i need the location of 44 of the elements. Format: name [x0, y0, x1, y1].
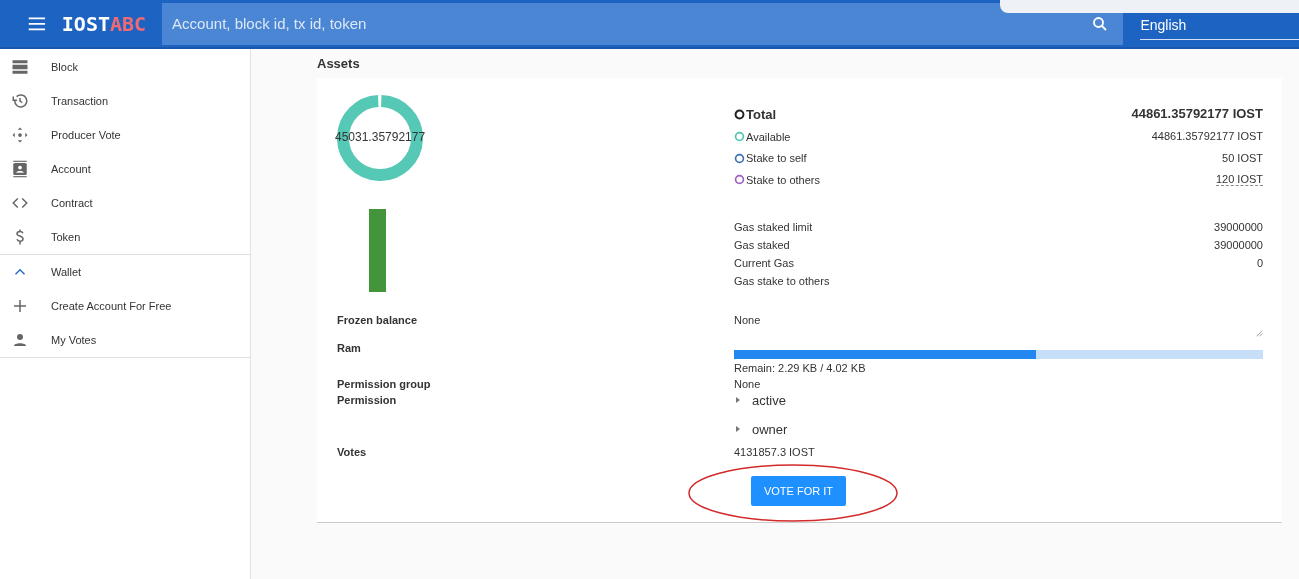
- balance-label: Stake to self: [746, 152, 807, 165]
- gas-label: Gas staked limit: [734, 219, 813, 235]
- balance-value: 120 IOST: [1215, 173, 1263, 187]
- field-label: Ram: [337, 341, 362, 356]
- gas-value: 0: [1256, 255, 1263, 271]
- field-value: None: [734, 313, 762, 326]
- logo[interactable]: IOSTABC: [61, 11, 147, 36]
- plus-icon: [11, 297, 29, 315]
- contact-card-icon: [11, 160, 29, 178]
- balance-value: 44861.35792177 IOST: [1131, 106, 1263, 122]
- move-icon: [11, 126, 29, 144]
- sidebar-item[interactable]: Create Account For Free: [0, 289, 250, 323]
- field-value: None: [734, 377, 762, 390]
- progress-reading: Remain: 2.29 KB / 4.02 KB: [734, 361, 867, 374]
- balance-value: 44861.35792177 IOST: [1151, 130, 1263, 144]
- sidebar-item[interactable]: Contract: [0, 186, 250, 220]
- sidebar-item[interactable]: Token: [0, 220, 250, 254]
- history-icon: [11, 92, 29, 110]
- sidebar-item[interactable]: My Votes: [0, 323, 250, 357]
- gas-value: 39000000: [1214, 237, 1263, 253]
- balance-value: 50 IOST: [1222, 151, 1263, 165]
- list-icon: [11, 58, 29, 76]
- sidebar-item[interactable]: Transaction: [0, 84, 250, 118]
- section-title: Assets: [317, 56, 361, 71]
- sidebar-item[interactable]: Producer Vote: [0, 118, 250, 152]
- balance-label: Available: [746, 130, 791, 143]
- field-label: Permission group: [337, 377, 432, 390]
- search-field[interactable]: Account, block id, tx id, token: [162, 2, 1124, 45]
- field-label: Frozen balance: [337, 313, 419, 328]
- sidebar-item[interactable]: Wallet: [0, 255, 250, 289]
- sidebar-item[interactable]: Account: [0, 152, 250, 186]
- gas-value: 39000000: [1214, 219, 1263, 235]
- field-label: Permission: [337, 393, 398, 408]
- field-value: 4131857.3 IOST: [734, 445, 816, 458]
- resize-grip-icon[interactable]: [1256, 329, 1263, 337]
- field-label: Votes: [337, 445, 368, 458]
- person-icon: [11, 331, 29, 349]
- sidebar-item[interactable]: Block: [0, 50, 250, 84]
- balance-label: Total: [746, 106, 777, 122]
- gas-label: Current Gas: [734, 255, 794, 271]
- tree-item[interactable]: owner: [734, 414, 788, 444]
- balance-label: Stake to others: [746, 173, 820, 186]
- gas-label: Gas staked: [734, 237, 790, 253]
- gas-label: Gas stake to others: [734, 273, 830, 289]
